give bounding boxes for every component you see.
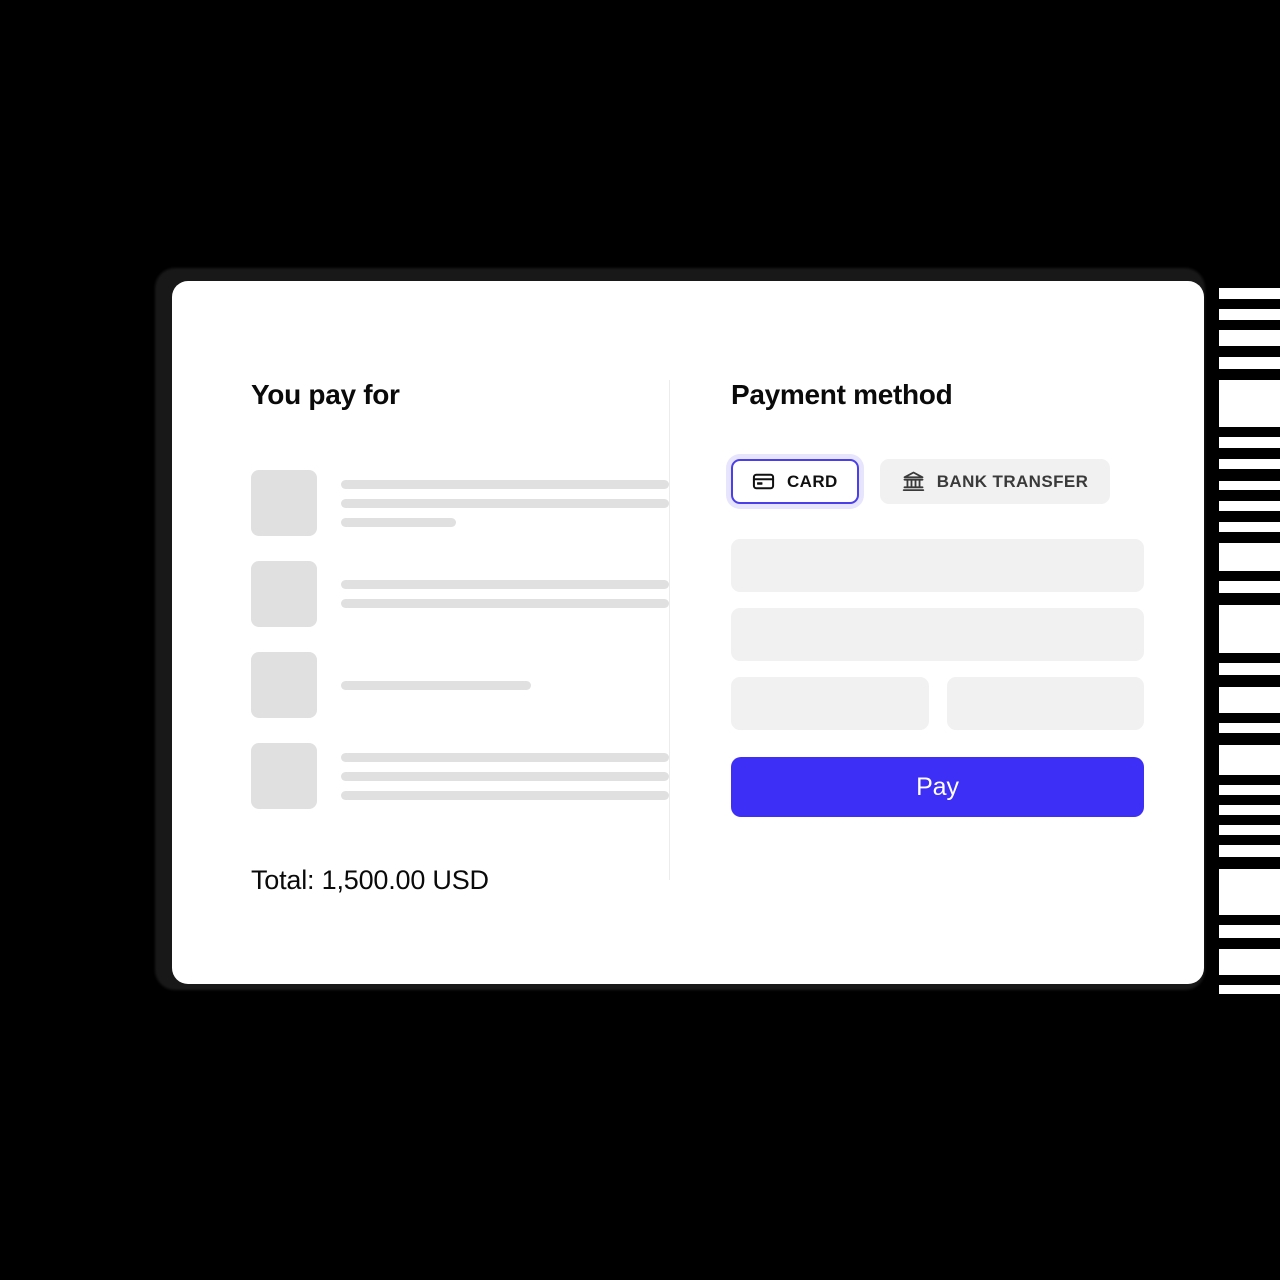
- barcode-bar: [1219, 663, 1280, 675]
- line-item-row: [251, 553, 669, 635]
- line-item-row: [251, 462, 669, 544]
- line-item-text-placeholder: [341, 479, 669, 527]
- input-security-code[interactable]: [946, 677, 1144, 730]
- skeleton-line: [341, 479, 669, 489]
- skeleton-line: [341, 771, 669, 781]
- line-item-text-placeholder: [341, 680, 669, 690]
- skeleton-line: [341, 599, 669, 608]
- barcode-bar: [1219, 357, 1280, 369]
- skeleton-line: [341, 790, 669, 800]
- payment-method-tabs: CARD BANK TRANSFER: [731, 459, 1144, 504]
- skeleton-line: [341, 752, 669, 762]
- barcode-bar: [1219, 745, 1280, 775]
- skeleton-line: [341, 580, 669, 589]
- barcode-bar: [1219, 845, 1280, 857]
- payment-method-title: Payment method: [731, 379, 953, 410]
- line-items-list: [251, 462, 669, 817]
- barcode-bar: [1219, 543, 1280, 571]
- payment-tab-card[interactable]: CARD: [731, 459, 859, 504]
- payment-tab-label: BANK TRANSFER: [936, 471, 1089, 491]
- credit-card-icon: [752, 470, 775, 493]
- barcode-bar: [1219, 605, 1280, 653]
- payment-method-panel: Payment method CARD BANK TRANSFER Pay: [670, 281, 1204, 984]
- barcode-bar: [1219, 330, 1280, 346]
- barcode-bar: [1219, 288, 1280, 299]
- line-item-text-placeholder: [341, 580, 669, 608]
- barcode-bar: [1219, 985, 1280, 994]
- barcode-bar: [1219, 309, 1280, 320]
- barcode-bar: [1219, 805, 1280, 815]
- skeleton-line: [341, 498, 669, 508]
- barcode-bar: [1219, 723, 1280, 733]
- checkout-card: You pay for Total: 1,500.00 USD Payment …: [172, 281, 1204, 984]
- line-item-thumbnail: [251, 470, 317, 536]
- line-item-thumbnail: [251, 561, 317, 627]
- input-card-number[interactable]: [731, 539, 1144, 592]
- barcode-bar: [1219, 825, 1280, 835]
- barcode-bar: [1219, 481, 1280, 490]
- line-item-text-placeholder: [341, 752, 669, 800]
- page-title: You pay for: [251, 379, 400, 410]
- barcode-decoration: [1219, 285, 1280, 1000]
- line-item-thumbnail: [251, 652, 317, 718]
- barcode-bar: [1219, 501, 1280, 511]
- payment-tab-label: CARD: [787, 471, 838, 491]
- barcode-bar: [1219, 459, 1280, 469]
- payment-tab-bank-transfer[interactable]: BANK TRANSFER: [879, 459, 1111, 504]
- line-item-row: [251, 735, 669, 817]
- barcode-bar: [1219, 380, 1280, 427]
- barcode-bar: [1219, 925, 1280, 938]
- skeleton-line: [341, 517, 456, 527]
- input-expiry-date[interactable]: [731, 677, 929, 730]
- barcode-bar: [1219, 785, 1280, 795]
- barcode-bar: [1219, 581, 1280, 593]
- input-cardholder-name[interactable]: [731, 608, 1144, 661]
- barcode-bar: [1219, 869, 1280, 915]
- field-row: [731, 677, 1144, 730]
- barcode-bar: [1219, 949, 1280, 975]
- bank-icon: [902, 470, 925, 493]
- skeleton-line: [341, 680, 532, 690]
- barcode-bar: [1219, 437, 1280, 448]
- pay-button[interactable]: Pay: [731, 757, 1144, 817]
- barcode-bar: [1219, 687, 1280, 713]
- order-summary-panel: You pay for Total: 1,500.00 USD: [172, 281, 669, 984]
- order-total: Total: 1,500.00 USD: [251, 865, 489, 895]
- barcode-bar: [1219, 522, 1280, 532]
- payment-form-fields: [731, 539, 1144, 730]
- line-item-thumbnail: [251, 743, 317, 809]
- line-item-row: [251, 644, 669, 726]
